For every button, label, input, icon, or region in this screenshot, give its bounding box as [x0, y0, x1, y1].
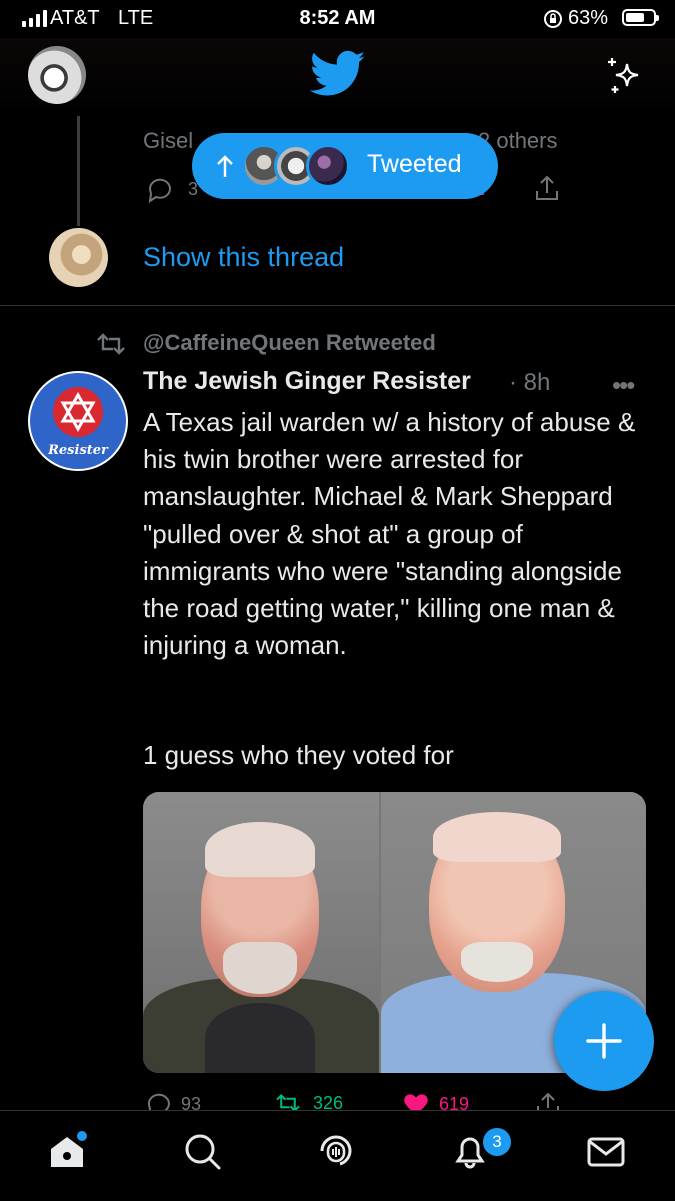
tweet-text-tail: 1 guess who they voted for	[143, 740, 454, 770]
author-name[interactable]: The Jewish Ginger Resister	[143, 367, 471, 396]
status-bar: AT&T LTE 8:52 AM 63%	[0, 0, 675, 38]
sparkle-icon[interactable]	[603, 54, 647, 98]
battery-icon	[622, 9, 659, 26]
more-options-button[interactable]: •••	[612, 370, 635, 401]
tweet-text: A Texas jail warden w/ a history of abus…	[143, 407, 636, 661]
tweet-actions: 93 326 619	[143, 1092, 613, 1116]
arrow-up-icon	[217, 155, 233, 177]
home-unread-dot	[77, 1131, 87, 1141]
avatar-caption: Resister	[48, 443, 108, 458]
thread-connector	[77, 116, 80, 226]
spaces-icon[interactable]	[314, 1129, 358, 1173]
show-thread-link[interactable]: Show this thread	[143, 242, 344, 273]
star-of-david-icon	[53, 387, 103, 437]
retweet-context[interactable]: @CaffeineQueen Retweeted	[143, 330, 436, 356]
plus-icon	[586, 1023, 622, 1059]
author-avatar[interactable]: Resister	[28, 371, 128, 471]
pill-label: Tweeted	[367, 150, 462, 178]
retweet-icon	[97, 333, 125, 355]
thread-author-avatar[interactable]	[49, 228, 108, 287]
compose-tweet-button[interactable]	[554, 991, 654, 1091]
reply-icon[interactable]	[145, 175, 175, 205]
search-icon[interactable]	[180, 1129, 224, 1173]
share-icon[interactable]	[532, 173, 562, 203]
tweet-time: · 8h	[509, 369, 551, 396]
profile-avatar[interactable]	[28, 46, 86, 104]
notification-badge: 3	[481, 1126, 513, 1158]
twitter-bird-icon[interactable]	[310, 50, 366, 98]
battery-percentage: 63%	[568, 7, 609, 29]
orientation-lock-icon	[544, 10, 562, 28]
mugshot-left	[143, 792, 379, 1073]
liked-by-names: Gisel	[143, 128, 194, 153]
pill-avatar	[306, 144, 350, 188]
messages-icon[interactable]	[584, 1129, 628, 1173]
bottom-tab-bar	[0, 1110, 675, 1201]
tweet-divider	[0, 305, 675, 306]
new-tweets-pill[interactable]: Tweeted	[192, 133, 498, 199]
